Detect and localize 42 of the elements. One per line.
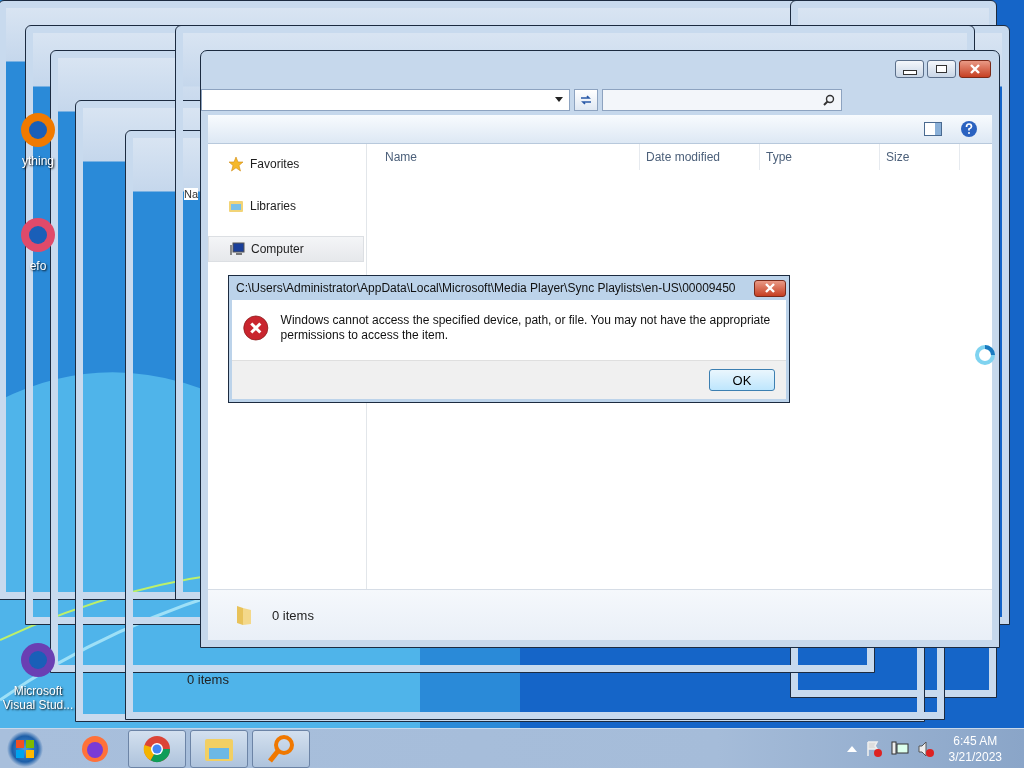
ok-button[interactable]: OK (709, 369, 775, 391)
computer-icon (229, 241, 245, 257)
help-icon[interactable] (960, 120, 978, 138)
refresh-icon (579, 94, 593, 106)
column-header[interactable]: Type (760, 144, 880, 170)
nav-item[interactable]: Libraries (208, 194, 366, 218)
column-header[interactable]: Na (184, 188, 199, 200)
busy-cursor-icon (974, 344, 996, 366)
app-icon[interactable] (18, 215, 58, 255)
nav-item[interactable]: Favorites (208, 152, 366, 176)
search-field[interactable] (602, 89, 842, 111)
refresh-button[interactable] (574, 89, 598, 111)
taskbar-button[interactable] (190, 729, 248, 768)
dialog-title: C:\Users\Administrator\AppData\Local\Microsoft\Media Player\Sync Playlists\en-US\00009450 (236, 281, 736, 295)
app-icon[interactable] (18, 110, 58, 150)
star-icon (228, 156, 244, 172)
folder-icon (228, 198, 244, 214)
taskbar-button[interactable] (252, 729, 310, 768)
browser-icon (142, 733, 172, 764)
column-header[interactable]: Name (367, 144, 640, 170)
status-text: 0 items (187, 672, 229, 687)
search-icon (823, 94, 835, 106)
column-header[interactable]: Size (880, 144, 960, 170)
close-button[interactable] (959, 60, 991, 78)
folder-icon (234, 604, 254, 626)
error-message: Windows cannot access the specified device, path, or file. You may not have the appropriate permissions to access the item. (280, 312, 772, 343)
taskbar-button[interactable] (128, 729, 186, 768)
column-header[interactable]: Date modified (640, 144, 760, 170)
magnifier-icon (266, 733, 296, 764)
speaker-icon[interactable] (916, 739, 935, 758)
status-text: 0 items (272, 607, 314, 623)
browser-icon (80, 733, 110, 764)
nav-item[interactable]: Computer (208, 236, 364, 262)
close-button[interactable] (754, 279, 786, 297)
minimize-button[interactable] (895, 60, 924, 78)
preview-pane-icon[interactable] (924, 122, 942, 136)
maximize-button[interactable] (927, 60, 956, 78)
close-icon (764, 283, 776, 293)
flag-icon[interactable] (864, 739, 883, 758)
close-icon (969, 64, 981, 74)
app-icon[interactable] (18, 640, 58, 680)
dropdown-icon[interactable] (555, 97, 563, 103)
